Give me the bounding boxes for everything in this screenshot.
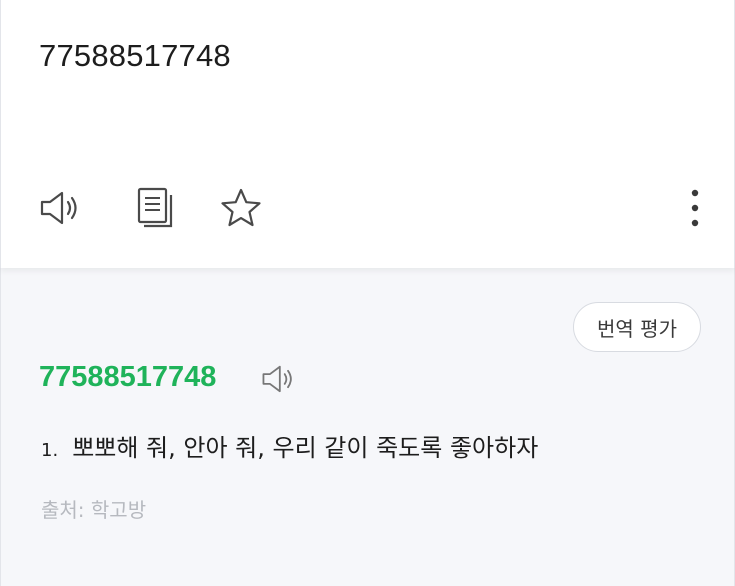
meaning-text: 뽀뽀해 줘, 안아 줘, 우리 같이 죽도록 좋아하자 xyxy=(72,434,539,462)
result-listen-button[interactable] xyxy=(259,364,299,398)
result-word: 77588517748 xyxy=(39,361,217,393)
rate-translation-button[interactable]: 번역 평가 xyxy=(573,302,701,352)
result-panel: 번역 평가 77588517748 1. 뽀뽀해 줘, 안아 줘, 우리 같이 … xyxy=(0,268,735,586)
source-text[interactable]: 77588517748 xyxy=(39,38,231,74)
more-vertical-icon xyxy=(690,188,700,228)
copy-icon xyxy=(135,186,175,230)
copy-button[interactable] xyxy=(131,184,179,232)
favorite-button[interactable] xyxy=(217,184,265,232)
listen-button[interactable] xyxy=(37,184,85,232)
more-options-button[interactable] xyxy=(671,184,719,232)
speaker-icon xyxy=(261,364,297,398)
meaning-number: 1. xyxy=(41,440,59,461)
source-attribution: 출처: 학고방 xyxy=(41,498,147,522)
meaning-item: 1. 뽀뽀해 줘, 안아 줘, 우리 같이 죽도록 좋아하자 xyxy=(41,428,538,463)
dictionary-screen: 77588517748 번역 평가 77588517748 1. 뽀뽀해 줘, … xyxy=(0,0,735,586)
star-icon xyxy=(219,187,263,229)
source-toolbar xyxy=(37,184,707,232)
speaker-icon xyxy=(39,190,83,226)
source-card: 77588517748 xyxy=(0,0,735,268)
